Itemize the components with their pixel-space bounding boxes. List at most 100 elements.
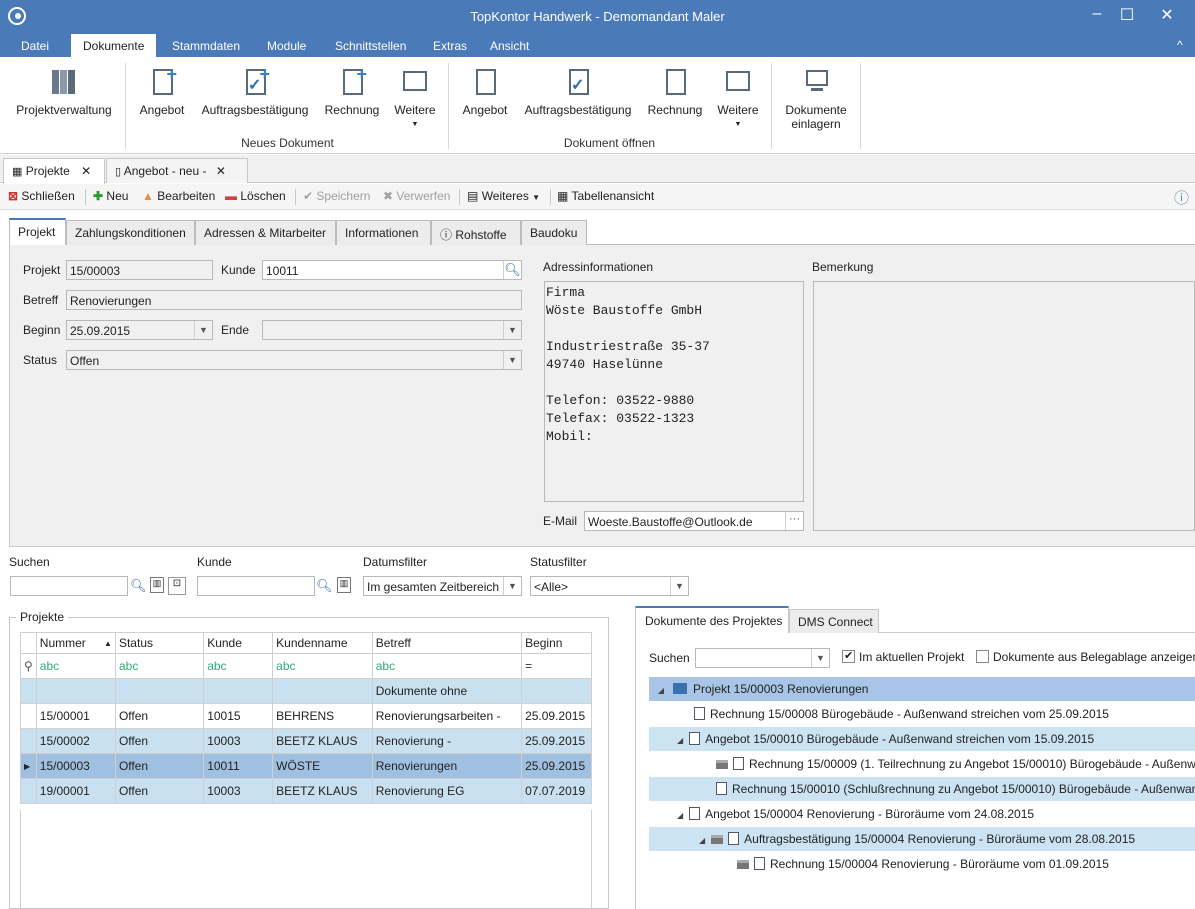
bemerkung-box[interactable] bbox=[813, 281, 1195, 531]
tab-zahlungskonditionen[interactable]: Zahlungskonditionen bbox=[66, 220, 195, 245]
menu-dokumente[interactable]: Dokumente bbox=[71, 34, 157, 57]
tab-informationen[interactable]: Informationen bbox=[336, 220, 431, 245]
menu-schnittstellen[interactable]: Schnittstellen bbox=[335, 39, 406, 53]
tree-node-document[interactable]: Rechnung 15/00004 Renovierung - Büroräum… bbox=[649, 852, 1195, 876]
table-row[interactable]: 15/00002 Offen 10003 BEETZ KLAUS Renovie… bbox=[20, 728, 592, 754]
more-icon[interactable]: ··· bbox=[785, 512, 803, 530]
beginn-field[interactable]: 25.09.2015 ▼ bbox=[66, 320, 213, 340]
table-row-selected[interactable]: ▶ 15/00003 Offen 10011 WÖSTE Renovierung… bbox=[20, 753, 592, 779]
menu-datei[interactable]: Datei bbox=[21, 39, 49, 53]
search-icon[interactable]: 🔍︎ bbox=[503, 261, 521, 279]
email-field[interactable]: Woeste.Baustoffe@Outlook.de ··· bbox=[584, 511, 804, 531]
open-auftragsbestaetigung-button[interactable]: ✓ Auftragsbestätigung bbox=[521, 67, 635, 117]
search-icon[interactable]: 🔍︎ bbox=[316, 578, 333, 594]
address-line: Mobil: bbox=[546, 429, 593, 444]
loeschen-button[interactable]: ▬ Löschen bbox=[225, 189, 286, 203]
chevron-down-icon[interactable]: ▼ bbox=[503, 577, 521, 595]
projekt-field[interactable]: 15/00003 bbox=[66, 260, 213, 280]
close-tab-icon[interactable]: ✕ bbox=[216, 164, 226, 178]
doc-suchen-select[interactable]: ▼ bbox=[695, 648, 830, 668]
open-weitere-button[interactable]: Weitere ▼ bbox=[715, 67, 761, 128]
new-angebot-button[interactable]: + Angebot bbox=[136, 65, 188, 117]
projektverwaltung-button[interactable]: Projektverwaltung bbox=[15, 67, 113, 117]
expand-icon[interactable]: ◢ bbox=[677, 736, 683, 745]
expand-icon[interactable]: ◢ bbox=[649, 686, 673, 695]
im-aktuellen-projekt-checkbox[interactable]: ✔ bbox=[842, 650, 855, 663]
close-window-button[interactable]: ✕ bbox=[1152, 5, 1182, 25]
datumsfilter-select[interactable]: Im gesamten Zeitbereich ▼ bbox=[363, 576, 522, 596]
tree-node-document[interactable]: Rechnung 15/00009 (1. Teilrechnung zu An… bbox=[649, 752, 1195, 776]
minimize-button[interactable]: – bbox=[1082, 5, 1112, 23]
tab-projekt[interactable]: Projekt bbox=[9, 218, 66, 246]
new-weitere-button[interactable]: Weitere ▼ bbox=[392, 67, 438, 128]
new-rechnung-button[interactable]: + Rechnung bbox=[322, 65, 382, 117]
chevron-down-icon[interactable]: ▼ bbox=[670, 577, 688, 595]
tree-node-document[interactable]: Rechnung 15/00008 Bürogebäude - Außenwan… bbox=[649, 702, 1195, 726]
trash-icon[interactable]: ▥ bbox=[337, 577, 351, 593]
weiteres-button[interactable]: ▤ Weiteres ▼ bbox=[467, 189, 540, 203]
chevron-down-icon[interactable]: ▼ bbox=[811, 649, 829, 667]
neu-button[interactable]: ✚ Neu bbox=[93, 189, 128, 203]
expand-icon[interactable]: ◢ bbox=[699, 836, 705, 845]
schliessen-button[interactable]: ⊠ Schließen bbox=[8, 189, 75, 203]
tab-angebot-neu[interactable]: ▯ Angebot - neu - ✕ bbox=[106, 158, 248, 183]
chevron-down-icon[interactable]: ▼ bbox=[194, 321, 212, 339]
column-header-beginn[interactable]: Beginn bbox=[521, 632, 592, 654]
column-header-status[interactable]: Status bbox=[114, 632, 205, 654]
trash-icon[interactable]: ▥ bbox=[150, 577, 164, 593]
new-auftragsbestaetigung-button[interactable]: ✓ + Auftragsbestätigung bbox=[198, 65, 312, 117]
kunde-filter-input[interactable] bbox=[197, 576, 315, 596]
tab-dms-connect[interactable]: DMS Connect bbox=[789, 609, 879, 633]
betreff-field[interactable]: Renovierungen bbox=[66, 290, 522, 310]
search-icon[interactable]: 🔍︎ bbox=[130, 578, 147, 594]
tree-node-projekt[interactable]: ◢ Projekt 15/00003 Renovierungen bbox=[649, 677, 1195, 701]
statusfilter-select[interactable]: <Alle> ▼ bbox=[530, 576, 689, 596]
help-icon[interactable]: ⓘ bbox=[1174, 187, 1189, 208]
tree-node-document[interactable]: ◢ Angebot 15/00004 Renovierung - Büroräum… bbox=[649, 802, 1195, 826]
belegablage-checkbox[interactable] bbox=[976, 650, 989, 663]
table-row[interactable]: 15/00001 Offen 10015 BEHRENS Renovierung… bbox=[20, 703, 592, 729]
tab-rohstoffe[interactable]: ⓘ Rohstoffe bbox=[431, 220, 521, 245]
filter-cell[interactable]: abc bbox=[114, 653, 205, 679]
tab-dokumente-des-projektes[interactable]: Dokumente des Projektes bbox=[635, 606, 789, 633]
chevron-down-icon[interactable]: ▼ bbox=[503, 351, 521, 369]
open-rechnung-button[interactable]: Rechnung bbox=[645, 67, 705, 117]
group-row[interactable]: Dokumente ohne bbox=[20, 678, 592, 704]
filter-cell[interactable]: abc bbox=[35, 653, 116, 679]
kunde-field[interactable]: 10011 🔍︎ bbox=[262, 260, 522, 280]
open-angebot-button[interactable]: Angebot bbox=[459, 67, 511, 117]
column-header-betreff[interactable]: Betreff bbox=[371, 632, 523, 654]
speichern-button[interactable]: ✔ Speichern bbox=[303, 189, 370, 203]
close-tab-icon[interactable]: ✕ bbox=[81, 164, 91, 178]
column-header-kundenname[interactable]: Kundenname bbox=[272, 632, 373, 654]
filter-cell[interactable]: = bbox=[521, 653, 592, 679]
filter-cell[interactable]: abc bbox=[203, 653, 274, 679]
maximize-button[interactable]: ☐ bbox=[1112, 5, 1142, 25]
filter-cell[interactable]: abc bbox=[371, 653, 523, 679]
tab-adressen-mitarbeiter[interactable]: Adressen & Mitarbeiter bbox=[195, 220, 336, 245]
tab-projekte[interactable]: ▦ Projekte ✕ bbox=[3, 158, 105, 184]
bearbeiten-button[interactable]: ▲ Bearbeiten bbox=[142, 189, 215, 203]
status-field[interactable]: Offen ▼ bbox=[66, 350, 522, 370]
tree-node-document[interactable]: ◢ Auftragsbestätigung 15/00004 Renovierun… bbox=[649, 827, 1195, 851]
tree-node-document[interactable]: ◢ Angebot 15/00010 Bürogebäude - Außenwan… bbox=[649, 727, 1195, 751]
menu-module[interactable]: Module bbox=[267, 39, 306, 53]
verwerfen-button[interactable]: ✖ Verwerfen bbox=[383, 189, 450, 203]
ende-field[interactable]: ▼ bbox=[262, 320, 522, 340]
column-header-nummer[interactable]: Nummer ▲ bbox=[35, 632, 116, 654]
filter-cell[interactable]: abc bbox=[272, 653, 373, 679]
dokumente-einlagern-button[interactable]: Dokumente einlagern bbox=[780, 67, 852, 131]
tree-node-document[interactable]: Rechnung 15/00010 (Schlußrechnung zu Ang… bbox=[649, 777, 1195, 801]
advanced-search-icon[interactable]: ⊡ bbox=[168, 577, 186, 595]
tab-baudoku[interactable]: Baudoku bbox=[521, 220, 587, 245]
chevron-down-icon[interactable]: ▼ bbox=[503, 321, 521, 339]
expand-icon[interactable]: ◢ bbox=[677, 811, 683, 820]
menu-ansicht[interactable]: Ansicht bbox=[490, 39, 529, 53]
table-row[interactable]: 19/00001 Offen 10003 BEETZ KLAUS Renovie… bbox=[20, 778, 592, 804]
menu-extras[interactable]: Extras bbox=[433, 39, 467, 53]
tabellenansicht-button[interactable]: ▦ Tabellenansicht bbox=[557, 189, 654, 203]
menu-stammdaten[interactable]: Stammdaten bbox=[172, 39, 240, 53]
column-header-kunde[interactable]: Kunde bbox=[203, 632, 274, 654]
collapse-ribbon-icon[interactable]: ^ bbox=[1177, 38, 1183, 52]
suchen-input[interactable] bbox=[10, 576, 128, 596]
